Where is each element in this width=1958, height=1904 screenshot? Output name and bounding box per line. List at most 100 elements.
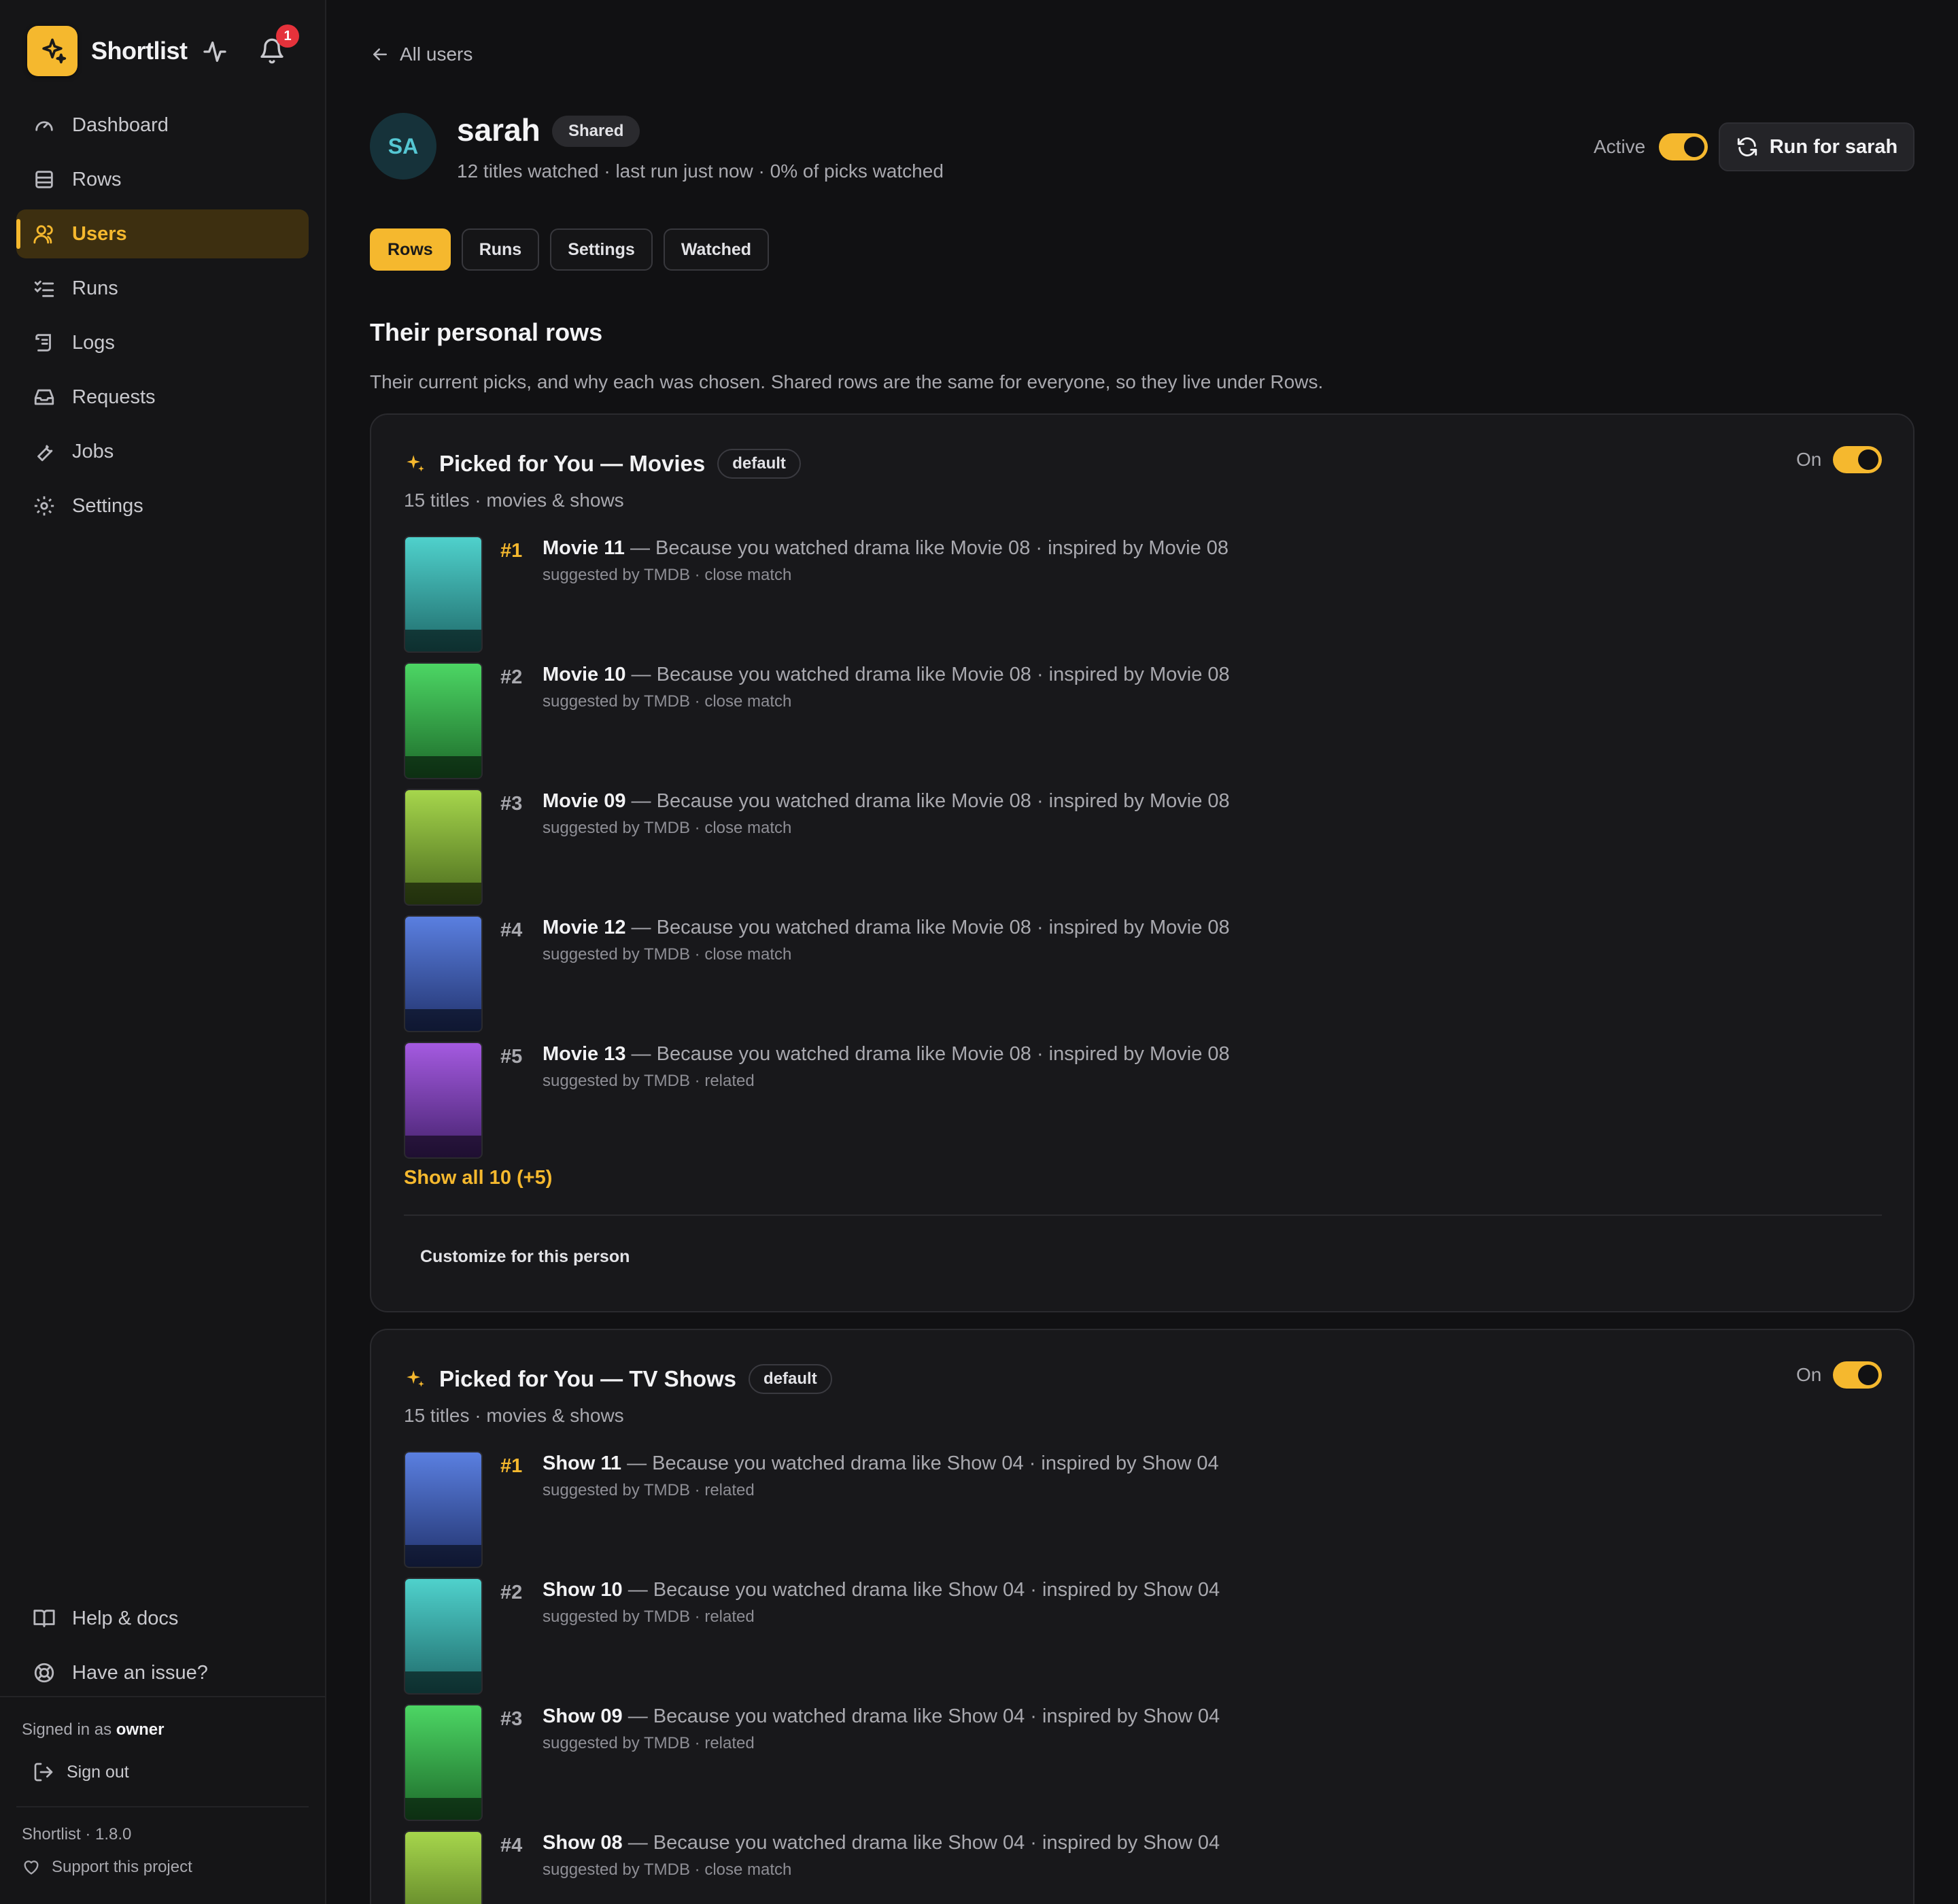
item-title[interactable]: Show 09 <box>543 1705 623 1727</box>
poster-thumbnail[interactable] <box>404 789 483 906</box>
show-all-link[interactable]: Show all 10 (+5) <box>404 1167 552 1189</box>
item-title[interactable]: Show 11 <box>543 1452 621 1474</box>
version-text: Shortlist · 1.8.0 <box>22 1825 132 1843</box>
sign-out-icon <box>34 1763 53 1782</box>
recommendation-item[interactable]: #3 Movie 09 — Because you watched drama l… <box>404 789 1832 906</box>
notification-badge: 1 <box>276 24 299 48</box>
item-reason-line: Show 10 — Because you watched drama like… <box>543 1579 1220 1601</box>
wrench-icon <box>37 445 53 462</box>
refresh-icon <box>1737 137 1757 156</box>
item-reason: — Because you watched drama like Movie 0… <box>625 664 1230 685</box>
item-title[interactable]: Movie 11 <box>543 537 625 559</box>
tab-watched[interactable]: Watched <box>663 228 770 271</box>
run-for-user-button[interactable]: Run for sarah <box>1719 122 1914 171</box>
row-toggle[interactable] <box>1833 446 1882 473</box>
recommendation-item[interactable]: #2 Movie 10 — Because you watched drama l… <box>404 662 1832 779</box>
customize-button[interactable]: Customize for this person <box>420 1247 630 1267</box>
scroll-icon <box>35 334 51 352</box>
rank-label: #4 <box>500 919 523 941</box>
tab-runs[interactable]: Runs <box>461 228 540 271</box>
item-title[interactable]: Movie 12 <box>543 917 626 938</box>
users-icon <box>33 225 53 244</box>
inbox-icon <box>34 389 54 405</box>
poster-thumbnail[interactable] <box>404 1578 483 1695</box>
signed-in-user: owner <box>116 1720 165 1739</box>
row-card-movies: Picked for You — Movies default 15 title… <box>370 413 1914 1312</box>
sidebar-item-dashboard[interactable]: Dashboard <box>16 101 309 150</box>
heart-icon <box>24 1860 39 1875</box>
back-link[interactable]: All users <box>370 44 473 65</box>
item-title[interactable]: Movie 10 <box>543 664 626 685</box>
item-reason: — Because you watched drama like Movie 0… <box>625 790 1230 812</box>
rank-label: #2 <box>500 1582 523 1603</box>
item-title[interactable]: Movie 13 <box>543 1043 626 1065</box>
item-reason-line: Movie 10 — Because you watched drama lik… <box>543 664 1230 686</box>
active-toggle[interactable] <box>1659 133 1708 160</box>
activity-icon[interactable] <box>201 38 228 65</box>
sidebar-item-issue[interactable]: Have an issue? <box>16 1648 309 1697</box>
poster-band <box>405 1136 481 1157</box>
support-label: Support this project <box>52 1858 192 1876</box>
sidebar-item-rows[interactable]: Rows <box>16 155 309 204</box>
item-meta: suggested by TMDB · related <box>543 1734 755 1752</box>
user-subtitle: 12 titles watched · last run just now · … <box>457 160 944 182</box>
sidebar-item-runs[interactable]: Runs <box>16 264 309 313</box>
poster-thumbnail[interactable] <box>404 1042 483 1159</box>
brand[interactable]: Shortlist <box>27 26 188 76</box>
sidebar-item-label: Dashboard <box>72 114 169 136</box>
sidebar-item-settings[interactable]: Settings <box>16 481 309 530</box>
poster-thumbnail[interactable] <box>404 1451 483 1568</box>
gauge-icon <box>35 121 53 131</box>
item-reason: — Because you watched drama like Show 04… <box>622 1705 1220 1727</box>
recommendation-item[interactable]: #3 Show 09 — Because you watched drama li… <box>404 1704 1832 1821</box>
arrow-left-icon <box>373 48 387 61</box>
poster-thumbnail[interactable] <box>404 536 483 653</box>
rank-label: #3 <box>500 1708 523 1730</box>
run-button-label: Run for sarah <box>1769 135 1898 158</box>
recommendation-item[interactable]: #1 Movie 11 — Because you watched drama l… <box>404 536 1832 653</box>
recommendation-item[interactable]: #4 Show 08 — Because you watched drama li… <box>404 1831 1832 1904</box>
sidebar-item-jobs[interactable]: Jobs <box>16 427 309 476</box>
sidebar-item-help[interactable]: Help & docs <box>16 1594 309 1643</box>
poster-thumbnail[interactable] <box>404 1831 483 1904</box>
item-reason-line: Show 08 — Because you watched drama like… <box>543 1832 1220 1854</box>
default-badge: default <box>717 449 801 479</box>
item-title[interactable]: Show 10 <box>543 1579 623 1601</box>
row-title: Picked for You — Movies <box>439 451 706 476</box>
item-title[interactable]: Show 08 <box>543 1832 623 1854</box>
sidebar-item-requests[interactable]: Requests <box>16 373 309 422</box>
tab-rows[interactable]: Rows <box>370 228 451 271</box>
item-reason-line: Movie 12 — Because you watched drama lik… <box>543 917 1230 939</box>
avatar: SA <box>370 113 436 180</box>
poster-band <box>405 883 481 904</box>
sidebar-item-label: Settings <box>72 494 143 517</box>
recommendation-item[interactable]: #4 Movie 12 — Because you watched drama l… <box>404 915 1832 1032</box>
sidebar-item-label: Have an issue? <box>72 1661 208 1684</box>
signed-in-text: Signed in as owner <box>22 1720 164 1739</box>
signed-in-prefix: Signed in as <box>22 1720 112 1739</box>
poster-thumbnail[interactable] <box>404 662 483 779</box>
poster-band <box>405 1009 481 1031</box>
item-meta: suggested by TMDB · close match <box>543 1860 792 1879</box>
poster-thumbnail[interactable] <box>404 1704 483 1821</box>
item-title[interactable]: Movie 09 <box>543 790 626 812</box>
sidebar-item-users[interactable]: Users <box>16 209 309 258</box>
section-title: Their personal rows <box>370 318 603 346</box>
rank-label: #2 <box>500 666 523 688</box>
recommendation-item[interactable]: #1 Show 11 — Because you watched drama li… <box>404 1451 1832 1568</box>
sidebar-item-logs[interactable]: Logs <box>16 318 309 367</box>
poster-band <box>405 1671 481 1693</box>
row-title: Picked for You — TV Shows <box>439 1366 737 1391</box>
gear-icon <box>34 496 54 516</box>
row-toggle[interactable] <box>1833 1361 1882 1389</box>
poster-thumbnail[interactable] <box>404 915 483 1032</box>
recommendation-item[interactable]: #2 Show 10 — Because you watched drama li… <box>404 1578 1832 1695</box>
poster-band <box>405 1798 481 1820</box>
sidebar-divider <box>16 1806 309 1807</box>
support-link[interactable]: Support this project <box>22 1858 192 1877</box>
tab-settings[interactable]: Settings <box>550 228 653 271</box>
page-title: sarah <box>457 112 540 148</box>
sign-out-button[interactable]: Sign out <box>33 1761 129 1783</box>
item-reason-line: Movie 09 — Because you watched drama lik… <box>543 790 1230 813</box>
recommendation-item[interactable]: #5 Movie 13 — Because you watched drama l… <box>404 1042 1832 1159</box>
